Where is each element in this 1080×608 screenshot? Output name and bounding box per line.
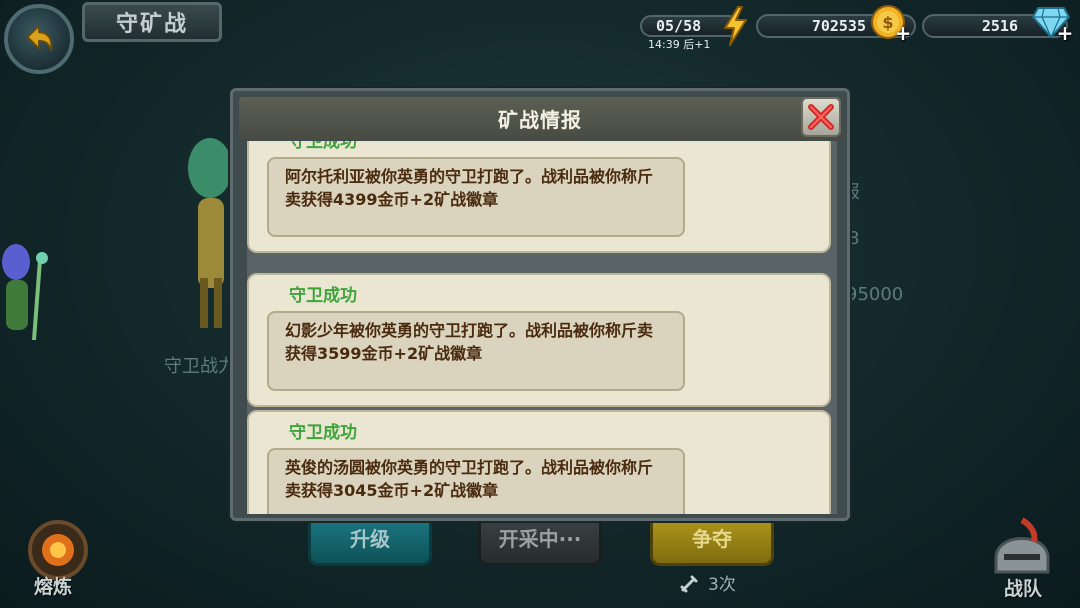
report-title: 守卫成功 — [289, 423, 357, 443]
report-card: 守卫成功 英俊的汤圆被你英勇的守卫打跑了。战利品被你称斤卖获得3045金币+2矿… — [247, 410, 831, 514]
report-text: 英俊的汤圆被你英勇的守卫打跑了。战利品被你称斤卖获得3045金币+2矿战徽章 — [267, 448, 685, 514]
dialog-title: 矿战情报 — [239, 97, 841, 140]
report-title: 守卫成功 — [289, 286, 357, 306]
mine-battle-report-dialog: 矿战情报 守卫成功 阿尔托利亚被你英勇的守卫打跑了。战利品被你称斤卖获得4399… — [230, 88, 850, 521]
report-text: 阿尔托利亚被你英勇的守卫打跑了。战利品被你称斤卖获得4399金币+2矿战徽章 — [267, 157, 685, 237]
report-list[interactable]: 守卫成功 阿尔托利亚被你英勇的守卫打跑了。战利品被你称斤卖获得4399金币+2矿… — [247, 141, 837, 514]
report-title: 守卫成功 — [289, 141, 357, 152]
close-icon — [808, 104, 834, 130]
report-card: 守卫成功 幻影少年被你英勇的守卫打跑了。战利品被你称斤卖获得3599金币+2矿战… — [247, 273, 831, 407]
report-text: 幻影少年被你英勇的守卫打跑了。战利品被你称斤卖获得3599金币+2矿战徽章 — [267, 311, 685, 391]
close-button[interactable] — [801, 97, 841, 137]
report-card: 守卫成功 阿尔托利亚被你英勇的守卫打跑了。战利品被你称斤卖获得4399金币+2矿… — [247, 141, 831, 253]
